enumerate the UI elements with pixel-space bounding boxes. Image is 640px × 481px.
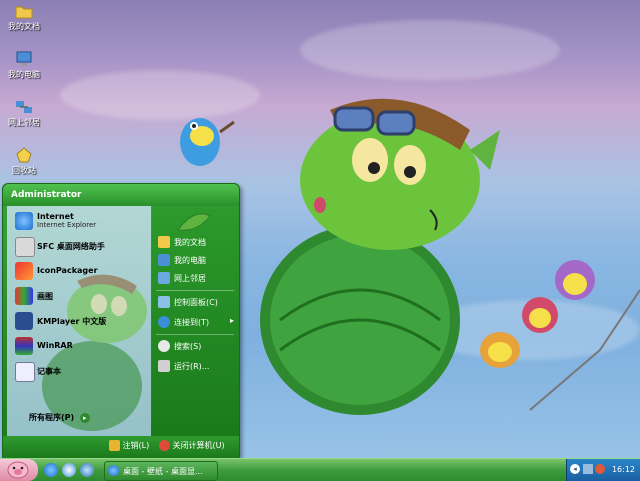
place-label: 运行(R)... (174, 362, 210, 371)
desktop-icon-network-places[interactable]: 网上邻居 (2, 98, 46, 128)
sfc-icon (15, 237, 35, 257)
arrow-right-icon: ▸ (79, 413, 90, 423)
start-menu-programs-pane: Internet Internet Explorer SFC 桌面网络助手 Ic… (7, 206, 151, 436)
start-button[interactable] (0, 459, 38, 481)
logoff-icon (109, 440, 120, 451)
program-kmplayer[interactable]: KMPlayer 中文版 (11, 310, 149, 332)
place-control-panel[interactable]: 控制面板(C) (156, 294, 236, 310)
desktop-icon-label: 回收站 (12, 166, 36, 175)
place-label: 连接到(T) (174, 318, 210, 327)
submenu-arrow-icon: ▸ (229, 316, 234, 325)
desktop-icon-label: 网上邻居 (8, 118, 40, 127)
wallpaper-bird (180, 118, 235, 166)
place-search[interactable]: 搜索(S) (156, 338, 236, 354)
menu-separator (156, 334, 234, 335)
taskbar-window-label: 桌面 - 壁纸 - 桌面显... (123, 467, 203, 476)
my-documents-icon (15, 2, 33, 20)
my-computer-icon (15, 50, 33, 68)
desktop-icon-my-computer[interactable]: 我的电脑 (2, 50, 46, 80)
connect-icon (158, 316, 170, 328)
recycle-bin-icon (15, 146, 33, 164)
logoff-label: 注销(L) (122, 441, 150, 450)
program-label: SFC 桌面网络助手 (37, 242, 105, 251)
quicklaunch-desktop-icon[interactable] (80, 463, 94, 477)
quicklaunch-media-icon[interactable] (62, 463, 76, 477)
pig-logo-icon (7, 461, 29, 479)
user-name: Administrator (11, 190, 82, 200)
program-paint[interactable]: 画图 (11, 285, 149, 307)
pinned-subtitle: Internet Explorer (37, 221, 97, 229)
clock[interactable]: 16:12 (612, 465, 635, 474)
program-notepad[interactable]: 记事本 (11, 360, 149, 382)
program-label: WinRAR (37, 341, 73, 350)
paint-icon (15, 287, 33, 305)
internet-explorer-icon (15, 212, 33, 230)
taskbar-window-button[interactable]: 桌面 - 壁纸 - 桌面显... (104, 461, 218, 481)
program-label: KMPlayer 中文版 (37, 317, 107, 326)
ie-window-icon (108, 465, 119, 476)
start-menu-header: Administrator (3, 184, 239, 206)
computer-icon (158, 254, 170, 266)
program-label: 画图 (37, 292, 53, 301)
tray-app-icon[interactable] (595, 464, 605, 474)
start-menu-places-pane: 我的文档 我的电脑 网上邻居 控制面板(C) 连接到(T) ▸ 搜索(S) 运行… (152, 206, 239, 436)
desktop-icon-recycle-bin[interactable]: 回收站 (2, 146, 46, 176)
place-label: 我的文档 (174, 238, 206, 247)
folder-icon (158, 236, 170, 248)
run-icon (158, 360, 170, 372)
desktop-icon-my-documents[interactable]: 我的文档 (2, 2, 46, 32)
program-iconpackager[interactable]: IconPackager (11, 260, 149, 282)
pinned-title: Internet (37, 212, 74, 221)
iconpackager-icon (15, 262, 33, 280)
shutdown-label: 关闭计算机(U) (172, 441, 225, 450)
all-programs-label: 所有程序(P) (29, 413, 75, 422)
place-run[interactable]: 运行(R)... (156, 358, 236, 374)
menu-separator (156, 290, 234, 291)
start-menu: Administrator Internet Internet Explorer… (2, 183, 240, 459)
tray-network-icon[interactable] (583, 464, 593, 474)
cloud (300, 20, 560, 80)
network-icon (158, 272, 170, 284)
place-label: 控制面板(C) (174, 298, 218, 307)
program-sfc[interactable]: SFC 桌面网络助手 (11, 235, 149, 257)
place-label: 我的电脑 (174, 256, 206, 265)
system-tray: ◂ 16:12 (566, 459, 640, 481)
winrar-icon (15, 337, 33, 355)
program-label: 记事本 (37, 367, 61, 376)
search-icon (158, 340, 170, 352)
quicklaunch-ie-icon[interactable] (44, 463, 58, 477)
network-places-icon (15, 98, 33, 116)
desktop-icon-label: 我的电脑 (8, 70, 40, 79)
notepad-icon (15, 362, 35, 382)
kmplayer-icon (15, 312, 33, 330)
desktop-icon-label: 我的文档 (8, 22, 40, 31)
place-label: 网上邻居 (174, 274, 206, 283)
tray-arrow-icon[interactable]: ◂ (570, 464, 580, 474)
control-panel-icon (158, 296, 170, 308)
all-programs-button[interactable]: 所有程序(P) ▸ (29, 412, 139, 428)
place-connect-to[interactable]: 连接到(T) ▸ (156, 314, 236, 330)
place-my-computer[interactable]: 我的电脑 (156, 252, 236, 268)
power-icon (159, 440, 170, 451)
program-label: IconPackager (37, 266, 98, 275)
logoff-button[interactable]: 注销(L) (109, 440, 149, 454)
place-network[interactable]: 网上邻居 (156, 270, 236, 286)
taskbar: 桌面 - 壁纸 - 桌面显... ◂ 16:12 (0, 458, 640, 481)
program-winrar[interactable]: WinRAR (11, 335, 149, 357)
wallpaper-dragon (260, 98, 640, 415)
shutdown-button[interactable]: 关闭计算机(U) (159, 440, 225, 454)
pinned-internet-explorer[interactable]: Internet Internet Explorer (11, 210, 149, 232)
leaf-decoration (177, 213, 211, 231)
start-menu-footer: 注销(L) 关闭计算机(U) (3, 436, 239, 458)
place-label: 搜索(S) (174, 342, 202, 351)
place-my-documents[interactable]: 我的文档 (156, 234, 236, 250)
